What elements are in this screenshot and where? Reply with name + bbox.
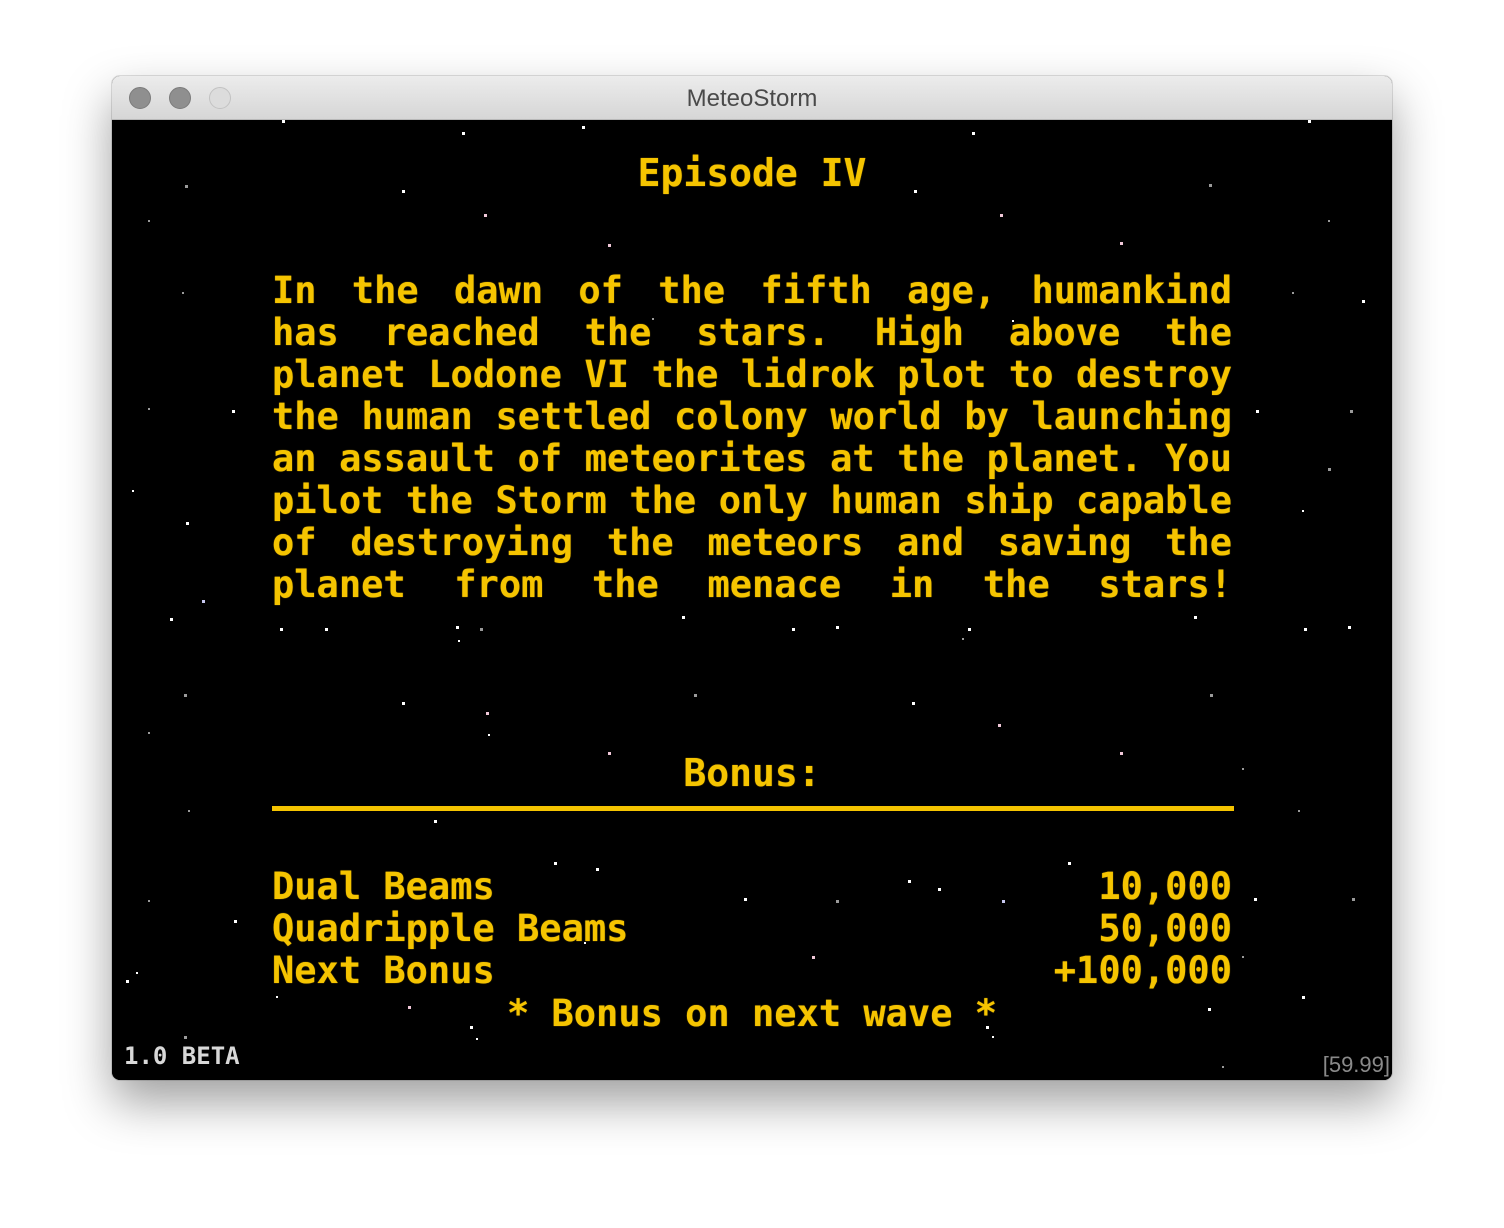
bonus-divider [272,806,1234,811]
version-label: 1.0 BETA [124,1042,240,1070]
opening-crawl: In the dawn of the fifth age, humankind … [272,270,1232,606]
star [182,292,184,294]
star [1256,410,1259,413]
star [968,628,971,631]
star [462,132,465,135]
star [992,1036,994,1038]
bonus-value: +100,000 [1053,949,1232,992]
star [1302,510,1304,512]
star [148,900,150,902]
star [234,920,237,923]
star [682,616,685,619]
star [1242,956,1244,958]
star [1292,292,1294,294]
star [1362,300,1365,303]
bonus-heading: Bonus: [683,751,821,795]
star [126,980,129,983]
star [1068,862,1071,865]
star [1328,468,1331,471]
star [1308,120,1311,123]
star [434,820,437,823]
star [132,490,134,492]
star [480,628,483,631]
star [186,522,189,525]
star [1350,410,1353,413]
star [582,126,585,129]
bonus-label: Dual Beams [272,865,495,908]
bonus-value: 10,000 [1098,865,1232,908]
star [184,1036,187,1039]
title-bar[interactable]: MeteoStorm [112,76,1392,120]
bonus-row-next-bonus: Next Bonus +100,000 [272,950,1232,992]
star [1194,616,1197,619]
star [962,638,964,640]
bonus-label: Next Bonus [272,949,495,992]
crawl-line: the human settled colony world by launch… [272,396,1232,438]
star [188,810,190,812]
bonus-value: 50,000 [1098,907,1232,950]
crawl-line: planet from the menace in the stars! [272,564,1232,606]
star [1352,898,1355,901]
app-window: MeteoStorm Episode IV In the dawn of the… [112,76,1392,1080]
star [232,410,235,413]
star [694,694,697,697]
star [1328,220,1330,222]
star [148,408,150,410]
fps-counter: [59.99] [1322,1052,1390,1077]
game-screen[interactable]: Episode IV In the dawn of the fifth age,… [112,120,1392,1080]
star [608,244,611,247]
star [325,628,328,631]
crawl-line: an assault of meteorites at the planet. … [272,438,1232,480]
star [458,640,460,642]
star [1222,1066,1224,1068]
star [836,626,839,629]
star [554,862,557,865]
crawl-line: planet Lodone VI the lidrok plot to dest… [272,354,1232,396]
star [998,724,1001,727]
star [484,214,487,217]
star [136,972,138,974]
star [184,694,187,697]
star [1304,628,1307,631]
star [1210,694,1213,697]
star [1120,242,1123,245]
crawl-line: In the dawn of the fifth age, humankind [272,270,1232,312]
star [476,1038,478,1040]
star [486,712,489,715]
star [456,626,459,629]
crawl-line: of destroying the meteors and saving the [272,522,1232,564]
star [170,618,173,621]
star [1254,898,1257,901]
star [1348,626,1351,629]
star [280,628,283,631]
window-title: MeteoStorm [686,85,818,112]
star [148,220,150,222]
bonus-row-quadripple-beams: Quadripple Beams 50,000 [272,908,1232,950]
star [202,600,205,603]
star [1298,810,1300,812]
bonus-row-dual-beams: Dual Beams 10,000 [272,866,1232,908]
star [972,132,975,135]
star [148,732,150,734]
bonus-footer: * Bonus on next wave * [506,992,998,1035]
star [402,702,405,705]
star [282,120,285,123]
star [488,734,490,736]
episode-title: Episode IV [637,151,867,195]
crawl-line: pilot the Storm the only human ship capa… [272,480,1232,522]
bonus-label: Quadripple Beams [272,907,629,950]
star [1000,214,1003,217]
crawl-line: has reached the stars. High above the [272,312,1232,354]
star [912,702,915,705]
bonus-list: Dual Beams 10,000 Quadripple Beams 50,00… [272,866,1232,992]
star [792,628,795,631]
